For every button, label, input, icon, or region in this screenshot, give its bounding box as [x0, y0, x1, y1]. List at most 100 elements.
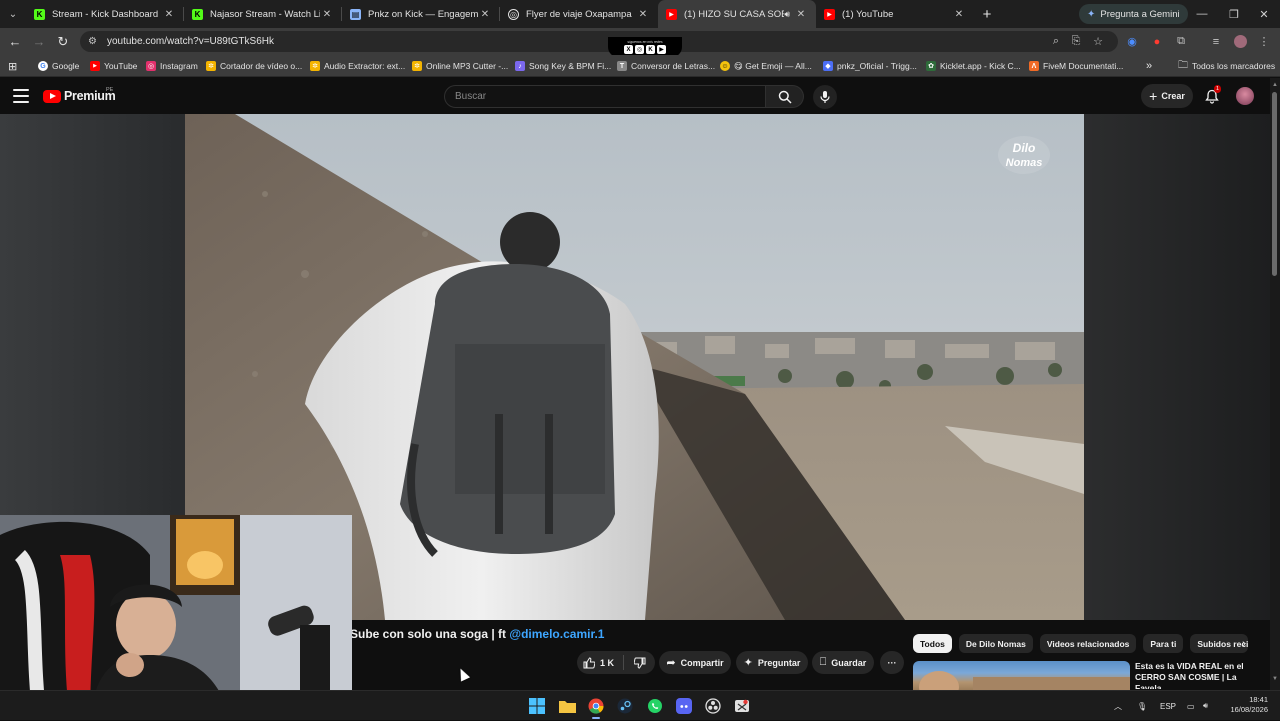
gemini-icon: ✦	[1087, 8, 1096, 20]
recommended-video-thumbnail[interactable]	[913, 661, 1130, 691]
display-icon[interactable]: ▭	[1187, 691, 1195, 721]
user-avatar[interactable]	[1236, 87, 1254, 105]
close-window-icon[interactable]: ✕	[1248, 0, 1280, 28]
bookmark-star-icon[interactable]: ☆	[1088, 31, 1108, 52]
hamburger-menu-icon[interactable]	[13, 89, 29, 103]
scroll-down-arrow-icon[interactable]: ▼	[1272, 676, 1278, 682]
scrollbar-thumb[interactable]	[1272, 92, 1277, 276]
tab-0[interactable]: K Stream - Kick Dashboard ✕	[26, 0, 184, 28]
video-title-text: Sube con solo una soga | ft	[350, 627, 507, 641]
bookmark-song-key[interactable]: ♪ Song Key & BPM Fi...	[515, 55, 611, 77]
dislike-button[interactable]	[624, 657, 655, 669]
bookmark-letter-converter[interactable]: T Conversor de Letras...	[617, 55, 715, 77]
file-explorer-icon[interactable]	[557, 696, 577, 716]
notifications-button[interactable]: 1	[1202, 85, 1222, 106]
recommended-video-title[interactable]: Esta es la VIDA REAL en el CERRO SAN COS…	[1135, 661, 1265, 689]
chip-related[interactable]: Videos relacionados	[1039, 634, 1137, 653]
tab-3[interactable]: ◎ Flyer de viaje Oxapampa ✕	[500, 0, 658, 28]
bookmark-get-emoji[interactable]: ☺ 😋 Get Emoji — All...	[720, 55, 812, 77]
bookmark-kicklet[interactable]: ✿ Kicklet.app - Kick C...	[926, 55, 1021, 77]
site-info-icon[interactable]: ⚙	[88, 36, 97, 47]
scroll-up-arrow-icon[interactable]: ▲	[1272, 82, 1278, 88]
profile-avatar[interactable]	[1229, 28, 1251, 55]
tab-4-active[interactable]: ▶ (1) HIZO SU CASA SOBRE EL CERRO 🔊︎ ✕	[658, 0, 816, 28]
bookmarks-bar: ⊞ G Google ▶ YouTube ◎ Instagram ✲ Cortador …	[0, 55, 1280, 77]
browser-menu-icon[interactable]: ⋮	[1253, 28, 1275, 55]
save-button[interactable]: ⎕ Guardar	[812, 651, 874, 674]
forward-arrow-icon[interactable]: →	[28, 28, 50, 55]
bookmark-instagram[interactable]: ◎ Instagram	[146, 55, 198, 77]
snipping-tool-icon[interactable]	[732, 696, 752, 716]
bookmarks-overflow-icon[interactable]: »	[1146, 55, 1152, 77]
bookmark-video-cutter[interactable]: ✲ Cortador de vídeo o...	[206, 55, 302, 77]
extension-audio-icon[interactable]: ◉	[1121, 28, 1143, 55]
bookmark-fivem[interactable]: Λ FiveM Documentati...	[1029, 55, 1123, 77]
bookmark-youtube[interactable]: ▶ YouTube	[90, 55, 137, 77]
ask-button[interactable]: ✦ Preguntar	[736, 651, 808, 674]
close-tab-icon[interactable]: ✕	[162, 9, 176, 20]
apps-icon: ✲	[412, 61, 422, 71]
speaker-icon[interactable]: 🔊︎	[784, 9, 790, 20]
close-tab-icon[interactable]: ✕	[320, 9, 334, 20]
gemini-button[interactable]: ✦ Pregunta a Gemini	[1079, 4, 1188, 24]
clock[interactable]: 18:41 16/08/2026	[1222, 695, 1268, 715]
share-arrow-icon: ➦	[666, 657, 676, 669]
tab-2[interactable]: ▤ Pnkz on Kick — Engagement Analytics ✕	[342, 0, 500, 28]
youtube-icon: ▶	[90, 61, 100, 71]
obs-icon[interactable]	[703, 696, 723, 716]
zoom-icon[interactable]: ⌕	[1046, 31, 1066, 52]
address-bar[interactable]: ⚙ youtube.com/watch?v=U89tGTkS6Hk ⌕ ⎘ ☆	[80, 31, 1118, 52]
tab-label: Najasor Stream - Watch Live on Kick	[210, 8, 320, 20]
bookmark-google[interactable]: G Google	[38, 55, 79, 77]
volume-icon[interactable]: 🔊︎	[1203, 691, 1208, 721]
restore-icon[interactable]: ❐	[1218, 0, 1250, 28]
microphone-tray-icon[interactable]: 🎙︎	[1137, 691, 1147, 721]
chip-for-you[interactable]: Para ti	[1143, 634, 1184, 653]
chips-next-chevron-icon[interactable]: ›	[1236, 636, 1252, 652]
windows-start-icon[interactable]	[527, 696, 547, 716]
tab-search-chevron-icon[interactable]: ⌄	[0, 0, 26, 28]
close-tab-icon[interactable]: ✕	[794, 9, 808, 20]
close-tab-icon[interactable]: ✕	[478, 9, 492, 20]
whatsapp-icon[interactable]	[645, 696, 665, 716]
steam-icon[interactable]	[615, 696, 635, 716]
search-button[interactable]	[766, 85, 804, 108]
new-tab-button[interactable]: +	[974, 6, 1000, 23]
more-actions-button[interactable]: ···	[880, 651, 904, 674]
apps-grid-icon[interactable]: ⊞	[8, 55, 17, 77]
like-button[interactable]: 1 K	[577, 656, 623, 669]
mention-link[interactable]: @dimelo.camir.1	[509, 627, 604, 641]
chip-from-channel[interactable]: De Dilo Nomas	[958, 634, 1033, 653]
search-input[interactable]	[455, 91, 765, 102]
create-button[interactable]: + Crear	[1141, 84, 1193, 108]
reload-icon[interactable]: ↻	[52, 28, 74, 55]
youtube-play-icon	[43, 89, 61, 103]
youtube-premium-logo[interactable]: Premium PE	[43, 87, 116, 103]
minimize-icon[interactable]: —	[1186, 0, 1218, 28]
share-button[interactable]: ➦ Compartir	[659, 651, 731, 674]
all-bookmarks-folder[interactable]: 🗀︎ Todos los marcadores	[1178, 55, 1275, 77]
chrome-icon[interactable]	[586, 696, 606, 719]
extension-record-icon[interactable]: ●	[1146, 28, 1168, 55]
back-arrow-icon[interactable]: ←	[4, 28, 26, 55]
voice-search-button[interactable]	[813, 85, 837, 109]
media-controls-icon[interactable]: ≡	[1205, 28, 1227, 55]
clock-date: 16/08/2026	[1230, 705, 1268, 714]
apps-icon: ✲	[310, 61, 320, 71]
tab-5[interactable]: ▶ (1) YouTube ✕	[816, 0, 974, 28]
tab-1[interactable]: K Najasor Stream - Watch Live on Kick ✕	[184, 0, 342, 28]
install-app-icon[interactable]: ⎘	[1066, 31, 1086, 52]
bookmark-mp3-cutter[interactable]: ✲ Online MP3 Cutter -...	[412, 55, 508, 77]
bookmark-trigger[interactable]: ◆ pnkz_Oficial - Trigg...	[823, 55, 917, 77]
close-tab-icon[interactable]: ✕	[636, 9, 650, 20]
video-title: Sube con solo una soga | ft @dimelo.cami…	[350, 627, 604, 641]
language-indicator[interactable]: ESP	[1160, 691, 1176, 721]
page-scrollbar[interactable]: ▲ ▼	[1270, 78, 1280, 690]
openai-icon: ◎	[508, 8, 519, 20]
extensions-puzzle-icon[interactable]: ⧉	[1170, 28, 1192, 55]
tray-overflow-icon[interactable]: ︿	[1114, 691, 1122, 721]
close-tab-icon[interactable]: ✕	[952, 9, 966, 20]
discord-icon[interactable]	[674, 696, 694, 716]
chip-all[interactable]: Todos	[913, 634, 952, 653]
bookmark-audio-extractor[interactable]: ✲ Audio Extractor: ext...	[310, 55, 405, 77]
